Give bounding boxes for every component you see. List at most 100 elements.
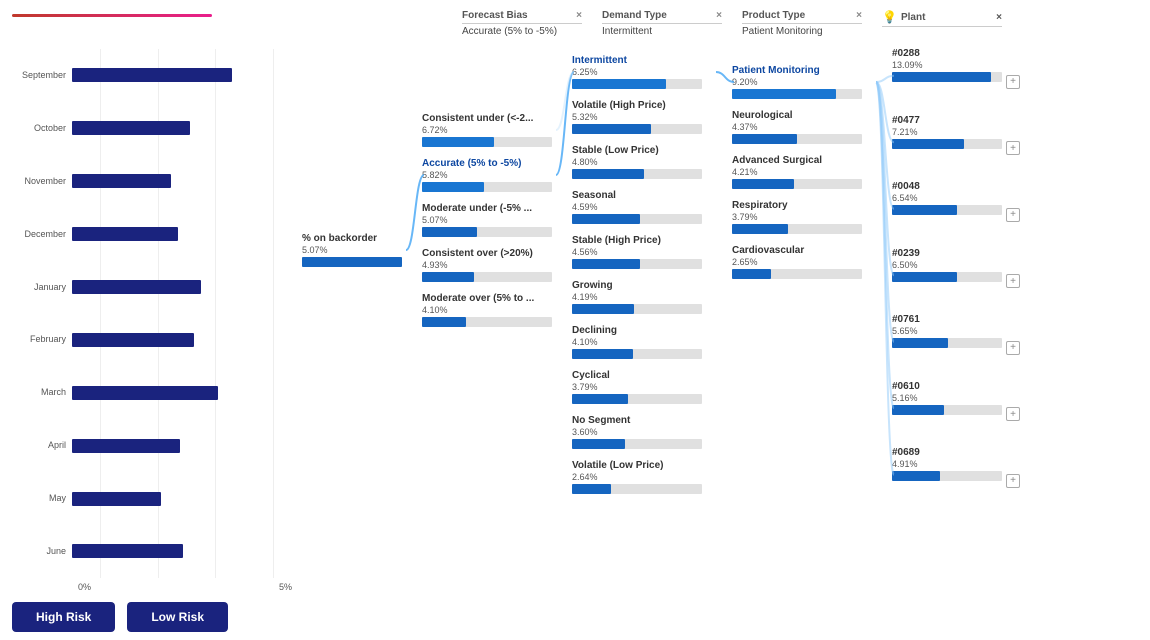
bar — [72, 439, 180, 453]
plus-button[interactable]: + — [1006, 474, 1020, 488]
sankey-node[interactable]: #06894.91%+ — [892, 447, 1032, 503]
node-pct: 4.10% — [572, 337, 732, 347]
filter-label: Demand Type × — [602, 10, 722, 24]
sankey-node[interactable]: Moderate over (5% to ...4.10% — [422, 293, 572, 327]
node-label: Consistent over (>20%) — [422, 248, 572, 259]
node-bar-bg — [422, 227, 552, 237]
sankey-node[interactable]: Growing4.19% — [572, 280, 732, 314]
sankey-node[interactable]: Neurological4.37% — [732, 110, 892, 144]
high-risk-button[interactable]: High Risk — [12, 602, 115, 632]
filter-chip-demand-type: Demand Type × Intermittent — [602, 10, 722, 37]
sankey-node[interactable]: Cyclical3.79% — [572, 370, 732, 404]
plus-button[interactable]: + — [1006, 341, 1020, 355]
node-bar-bg — [422, 272, 552, 282]
node-bar-bg — [572, 214, 702, 224]
node-bar-fill — [732, 179, 794, 189]
node-label: Cyclical — [572, 370, 732, 381]
plus-button[interactable]: + — [1006, 274, 1020, 288]
node-bar-fill — [422, 227, 477, 237]
chart-area: SeptemberOctoberNovemberDecemberJanuaryF… — [12, 49, 302, 578]
content-area: SeptemberOctoberNovemberDecemberJanuaryF… — [12, 43, 1138, 632]
sankey-node[interactable]: Declining4.10% — [572, 325, 732, 359]
sankey-node[interactable]: Patient Monitoring9.20% — [732, 65, 892, 99]
sankey-node[interactable]: Moderate under (-5% ...5.07% — [422, 203, 572, 237]
node-pct: 9.20% — [732, 77, 892, 87]
node-bar-fill — [732, 89, 836, 99]
bar-row — [72, 226, 302, 242]
plus-button[interactable]: + — [1006, 208, 1020, 222]
sankey-col-plant: #028813.09%+ #04777.21%+ #00486.54%+ #02396… — [892, 43, 1032, 632]
sankey-node[interactable]: Volatile (High Price)5.32% — [572, 100, 732, 134]
header-row: Forecast Bias × Accurate (5% to -5%) Dem… — [12, 10, 1138, 37]
bar-row — [72, 173, 302, 189]
node-pct: 2.64% — [572, 472, 732, 482]
bar — [72, 492, 161, 506]
bulb-icon: 💡 — [882, 10, 897, 24]
sankey-node[interactable]: #06105.16%+ — [892, 381, 1032, 437]
plus-button[interactable]: + — [1006, 141, 1020, 155]
plus-button[interactable]: + — [1006, 407, 1020, 421]
node-bar-bg — [892, 139, 1002, 149]
right-panel: % on backorder5.07% Consistent under (<-2… — [302, 43, 1138, 632]
node-bar-bg — [892, 272, 1002, 282]
sankey-node[interactable]: #00486.54%+ — [892, 181, 1032, 237]
node-label: Respiratory — [732, 200, 892, 211]
sankey-node[interactable]: Consistent under (<-2...6.72% — [422, 113, 572, 147]
node-label: Volatile (High Price) — [572, 100, 732, 111]
sankey-node[interactable]: No Segment3.60% — [572, 415, 732, 449]
filter-value: Intermittent — [602, 26, 722, 37]
filter-chip-plant: 💡 Plant × — [882, 10, 1002, 27]
y-label-month: April — [12, 441, 66, 450]
filter-plant[interactable]: 💡 Plant × — [882, 10, 1002, 27]
title-underline — [12, 14, 212, 17]
bar-row — [72, 491, 302, 507]
sankey-node[interactable]: Stable (High Price)4.56% — [572, 235, 732, 269]
sankey-node[interactable]: Accurate (5% to -5%)5.82% — [422, 158, 572, 192]
sankey-node[interactable]: #07615.65%+ — [892, 314, 1032, 370]
node-bar-fill — [572, 439, 625, 449]
bar-row — [72, 332, 302, 348]
node-bar-fill — [302, 257, 402, 267]
sankey-node[interactable]: Consistent over (>20%)4.93% — [422, 248, 572, 282]
sankey-node[interactable]: Cardiovascular2.65% — [732, 245, 892, 279]
sankey-node[interactable]: % on backorder5.07% — [302, 233, 422, 267]
bars-col — [72, 49, 302, 578]
node-bar-bg — [732, 224, 862, 234]
filters-row: Forecast Bias × Accurate (5% to -5%) Dem… — [302, 10, 1138, 37]
sankey-node[interactable]: #04777.21%+ — [892, 115, 1032, 171]
y-label-month: November — [12, 177, 66, 186]
node-label: No Segment — [572, 415, 732, 426]
node-label: #0610 — [892, 381, 1032, 392]
bar — [72, 280, 201, 294]
node-label: Volatile (Low Price) — [572, 460, 732, 471]
title-section — [12, 10, 302, 17]
sankey-node[interactable]: Intermittent6.25% — [572, 55, 732, 89]
filter-label: Product Type × — [742, 10, 862, 24]
sankey-col-demand: Intermittent6.25% Volatile (High Price)5.… — [572, 43, 732, 632]
node-pct: 5.32% — [572, 112, 732, 122]
filter-close[interactable]: × — [856, 10, 862, 21]
x-tick: 0% — [78, 582, 91, 592]
plus-button[interactable]: + — [1006, 75, 1020, 89]
filter-close[interactable]: × — [716, 10, 722, 21]
sankey-node[interactable]: Seasonal4.59% — [572, 190, 732, 224]
filter-close[interactable]: × — [576, 10, 582, 21]
node-bar-bg — [572, 79, 702, 89]
sankey-node[interactable]: Respiratory3.79% — [732, 200, 892, 234]
sankey-node[interactable]: #028813.09%+ — [892, 48, 1032, 104]
low-risk-button[interactable]: Low Risk — [127, 602, 228, 632]
filter-value: Patient Monitoring — [742, 26, 862, 37]
sankey-node[interactable]: #02396.50%+ — [892, 248, 1032, 304]
sankey-node[interactable]: Stable (Low Price)4.80% — [572, 145, 732, 179]
node-bar-bg — [572, 484, 702, 494]
node-pct: 3.60% — [572, 427, 732, 437]
node-label: Neurological — [732, 110, 892, 121]
node-label: Advanced Surgical — [732, 155, 892, 166]
sankey-node[interactable]: Volatile (Low Price)2.64% — [572, 460, 732, 494]
bottom-buttons: High Risk Low Risk — [12, 602, 302, 632]
node-bar-bg — [732, 89, 862, 99]
plant-close[interactable]: × — [996, 12, 1002, 23]
bar-row — [72, 543, 302, 559]
sankey-node[interactable]: Advanced Surgical4.21% — [732, 155, 892, 189]
node-bar-fill — [892, 405, 944, 415]
